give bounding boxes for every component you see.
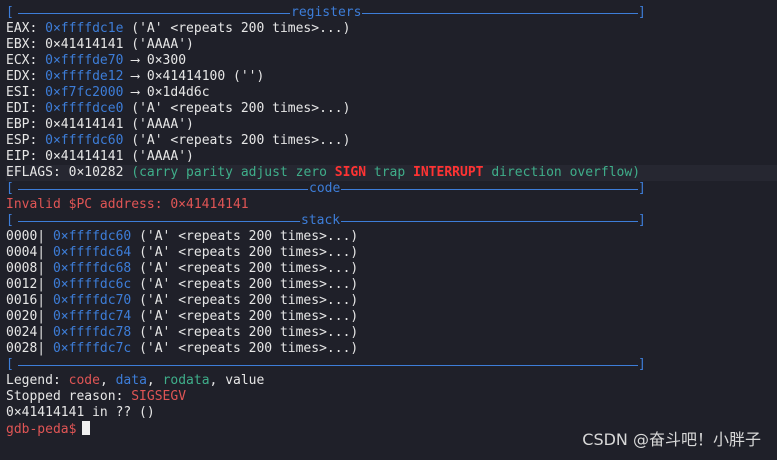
legend-rodata: rodata — [162, 373, 210, 388]
stack-header: stack — [300, 213, 342, 229]
stack-row: 0028| 0×ffffdc7c ('A' <repeats 200 times… — [6, 341, 777, 357]
eflags-flags-3: direction overflow — [491, 165, 633, 180]
register-value: ⟶ 0×300 — [123, 53, 187, 68]
stopped-reason: SIGSEGV — [131, 389, 187, 404]
register-line: ESP: 0×ffffdc60 ('A' <repeats 200 times>… — [6, 133, 777, 149]
register-name: EIP: — [6, 149, 38, 164]
location-line: 0×41414141 in ?? () — [6, 405, 155, 420]
stack-row: 0008| 0×ffffdc68 ('A' <repeats 200 times… — [6, 261, 777, 277]
stack-address: 0×ffffdc7c — [52, 341, 132, 356]
stack-value: ('A' <repeats 200 times>...) — [131, 309, 359, 324]
register-value: 0×41414141 ('AAAA') — [45, 149, 194, 164]
closing-separator: [ ] — [6, 357, 777, 373]
register-value: 0×41414141 ('AAAA') — [45, 37, 194, 52]
register-address: 0×ffffde12 — [45, 69, 124, 84]
terminal[interactable]: [ registers ] EAX: 0×ffffdc1e ('A' <repe… — [6, 5, 777, 437]
bracket-left: [ — [6, 181, 14, 196]
register-line: ESI: 0×f7fc2000 ⟶ 0×1d4d6c — [6, 85, 777, 101]
eflags-open: ( — [131, 165, 140, 180]
code-message: Invalid $PC address: 0×41414141 — [6, 197, 249, 212]
legend-sep: , — [146, 373, 163, 388]
eflags-sign: SIGN — [334, 165, 367, 180]
register-line: EBX: 0×41414141 ('AAAA') — [6, 37, 777, 53]
stack-value: ('A' <repeats 200 times>...) — [131, 277, 359, 292]
legend-line: Legend: code, data, rodata, value — [6, 373, 777, 389]
stack-value: ('A' <repeats 200 times>...) — [131, 325, 359, 340]
bracket-right: ] — [638, 5, 646, 20]
stack-address: 0×ffffdc6c — [52, 277, 132, 292]
stack-row: 0000| 0×ffffdc60 ('A' <repeats 200 times… — [6, 229, 777, 245]
stack-address: 0×ffffdc68 — [52, 261, 132, 276]
registers-separator: [ registers ] — [6, 5, 777, 21]
bracket-left: [ — [6, 213, 14, 228]
register-address: 0×ffffdc60 — [45, 133, 124, 148]
stack-address: 0×ffffdc64 — [52, 245, 132, 260]
text-cursor[interactable] — [82, 421, 91, 435]
register-line: EAX: 0×ffffdc1e ('A' <repeats 200 times>… — [6, 21, 777, 37]
eflags-value: 0×10282 — [68, 165, 124, 180]
stack-value: ('A' <repeats 200 times>...) — [131, 293, 359, 308]
register-value: ('A' <repeats 200 times>...) — [123, 21, 351, 36]
stack-address: 0×ffffdc70 — [52, 293, 132, 308]
register-address: 0×ffffdce0 — [45, 101, 124, 116]
stack-row: 0024| 0×ffffdc78 ('A' <repeats 200 times… — [6, 325, 777, 341]
stopped-reason-line: Stopped reason: SIGSEGV — [6, 389, 777, 405]
register-address: 0×ffffdc1e — [45, 21, 124, 36]
legend-sep: , — [99, 373, 116, 388]
register-value: ('A' <repeats 200 times>...) — [123, 133, 351, 148]
register-line: ECX: 0×ffffde70 ⟶ 0×300 — [6, 53, 777, 69]
stack-address: 0×ffffdc60 — [52, 229, 132, 244]
legend-value: value — [225, 373, 265, 388]
stack-value: ('A' <repeats 200 times>...) — [131, 229, 359, 244]
registers-block: EAX: 0×ffffdc1e ('A' <repeats 200 times>… — [6, 21, 777, 165]
stack-address: 0×ffffdc78 — [52, 325, 132, 340]
legend-code: code — [68, 373, 100, 388]
registers-header: registers — [290, 5, 363, 21]
stack-row: 0012| 0×ffffdc6c ('A' <repeats 200 times… — [6, 277, 777, 293]
stack-block: 0000| 0×ffffdc60 ('A' <repeats 200 times… — [6, 229, 777, 357]
eflags-line: EFLAGS: 0×10282 (carry parity adjust zer… — [6, 165, 777, 181]
eflags-interrupt: INTERRUPT — [413, 165, 484, 180]
register-address: 0×f7fc2000 — [45, 85, 124, 100]
legend-sep: , — [209, 373, 226, 388]
eflags-flags-1: carry parity adjust zero — [139, 165, 327, 180]
stack-row: 0016| 0×ffffdc70 ('A' <repeats 200 times… — [6, 293, 777, 309]
stack-offset: 0024| — [6, 325, 46, 340]
legend-data: data — [115, 373, 147, 388]
eflags-label: EFLAGS: — [6, 165, 61, 180]
code-separator: [ code ] — [6, 181, 777, 197]
bracket-right: ] — [638, 181, 646, 196]
bracket-right: ] — [638, 213, 646, 228]
register-name: EDI: — [6, 101, 38, 116]
register-line: EIP: 0×41414141 ('AAAA') — [6, 149, 777, 165]
register-name: ESP: — [6, 133, 38, 148]
stack-row: 0020| 0×ffffdc74 ('A' <repeats 200 times… — [6, 309, 777, 325]
stack-value: ('A' <repeats 200 times>...) — [131, 341, 359, 356]
register-address: 0×ffffde70 — [45, 53, 124, 68]
register-value: ('A' <repeats 200 times>...) — [123, 101, 351, 116]
eflags-flags-2: trap — [373, 165, 406, 180]
bracket-left: [ — [6, 5, 14, 20]
stack-offset: 0020| — [6, 309, 46, 324]
register-value: 0×41414141 ('AAAA') — [45, 117, 194, 132]
bracket-left: [ — [6, 357, 14, 372]
code-header: code — [308, 181, 342, 197]
stack-value: ('A' <repeats 200 times>...) — [131, 261, 359, 276]
stack-row: 0004| 0×ffffdc64 ('A' <repeats 200 times… — [6, 245, 777, 261]
register-name: EBP: — [6, 117, 38, 132]
stack-value: ('A' <repeats 200 times>...) — [131, 245, 359, 260]
eflags-close: ) — [632, 165, 641, 180]
register-value: ⟶ 0×41414100 ('') — [123, 69, 265, 84]
separator-rule — [18, 365, 638, 366]
watermark: CSDN @奋斗吧！小胖子 — [582, 430, 761, 449]
register-line: EBP: 0×41414141 ('AAAA') — [6, 117, 777, 133]
stack-offset: 0028| — [6, 341, 46, 356]
stack-separator: [ stack ] — [6, 213, 777, 229]
register-value: ⟶ 0×1d4d6c — [123, 85, 210, 100]
register-line: EDX: 0×ffffde12 ⟶ 0×41414100 ('') — [6, 69, 777, 85]
stack-address: 0×ffffdc74 — [52, 309, 132, 324]
bracket-right: ] — [638, 357, 646, 372]
register-line: EDI: 0×ffffdce0 ('A' <repeats 200 times>… — [6, 101, 777, 117]
